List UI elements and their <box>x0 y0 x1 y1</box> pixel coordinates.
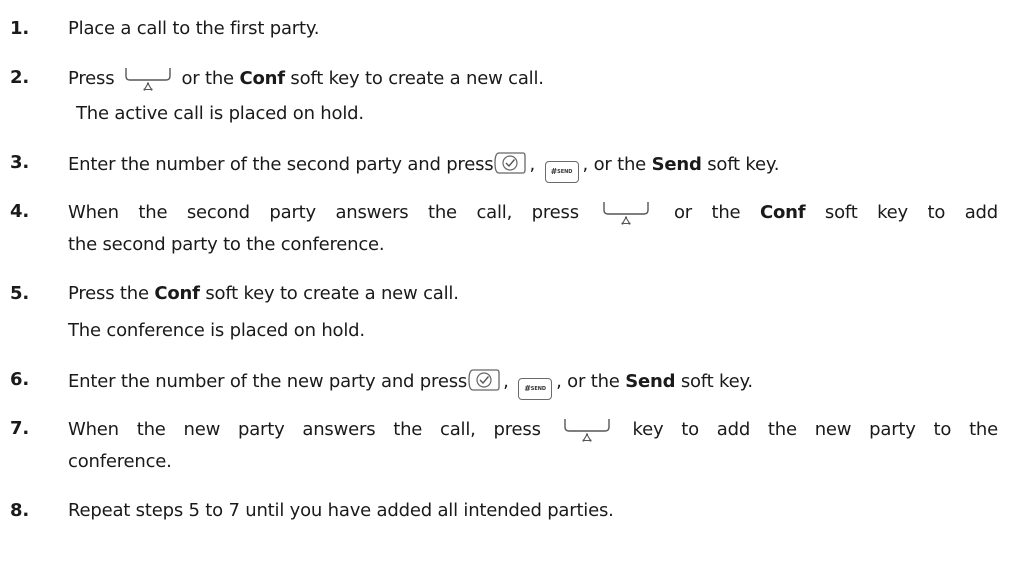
step-text: Enter the number of the new party and pr… <box>68 368 998 400</box>
conf-soft-key-label: Conf <box>154 283 200 304</box>
ok-check-key-icon <box>468 369 500 391</box>
conference-key-icon <box>602 200 650 226</box>
step-4-mid: or the <box>673 202 741 223</box>
step-number: 5. <box>10 283 29 304</box>
send-soft-key-label: Send <box>625 371 676 392</box>
step-4-pre: When the second party answers the call, … <box>68 202 579 223</box>
ok-check-key-icon <box>494 152 527 174</box>
step-text: Press or the Conf soft key to create a n… <box>68 66 998 92</box>
step-6-pre: Enter the number of the new party and pr… <box>68 371 468 392</box>
conference-key-icon <box>563 417 611 443</box>
step-5-post: soft key to create a new call. <box>205 283 459 304</box>
step-2-post: soft key to create a new call. <box>290 68 544 89</box>
conf-soft-key-label: Conf <box>759 202 806 223</box>
step-number: 1. <box>10 18 29 39</box>
send-key-icon: #SEND <box>544 161 579 183</box>
step-text: When the new party answers the call, pre… <box>68 417 998 443</box>
step-3-sep: , <box>529 154 535 175</box>
step-number: 4. <box>10 201 29 222</box>
step-note: The active call is placed on hold. <box>76 103 364 124</box>
step-text: Press the Conf soft key to create a new … <box>68 282 998 306</box>
send-key-word: SEND <box>530 386 547 392</box>
step-7-pre: When the new party answers the call, pre… <box>68 419 541 440</box>
step-3-pre: Enter the number of the second party and… <box>68 154 494 175</box>
step-6-post: soft key. <box>680 371 753 392</box>
step-number: 8. <box>10 500 29 521</box>
step-number: 7. <box>10 418 29 439</box>
step-2-mid: or the <box>181 68 234 89</box>
step-1-text: Place a call to the first party. <box>68 18 320 39</box>
step-text: Place a call to the first party. <box>68 17 998 41</box>
step-continuation: conference. <box>68 451 172 472</box>
step-text: When the second party answers the call, … <box>68 200 998 226</box>
send-key-icon: #SEND <box>518 378 553 400</box>
conf-soft-key-label: Conf <box>239 68 285 89</box>
send-soft-key-label: Send <box>651 154 702 175</box>
step-number: 3. <box>10 152 29 173</box>
step-text: Enter the number of the second party and… <box>68 151 998 183</box>
step-number: 6. <box>10 369 29 390</box>
step-number: 2. <box>10 67 29 88</box>
step-text: Repeat steps 5 to 7 until you have added… <box>68 499 998 523</box>
conference-key-icon <box>124 66 172 92</box>
step-6-sep: , <box>503 371 509 392</box>
step-8-text: Repeat steps 5 to 7 until you have added… <box>68 500 614 521</box>
step-6-mid: , or the <box>556 371 620 392</box>
step-3-post: soft key. <box>707 154 780 175</box>
step-2-pre: Press <box>68 68 115 89</box>
step-note: The conference is placed on hold. <box>68 320 365 341</box>
send-key-word: SEND <box>557 169 573 175</box>
step-continuation: the second party to the conference. <box>68 234 385 255</box>
step-7-post: key to add the new party to the <box>632 419 999 440</box>
step-4-post: soft key to add <box>824 202 998 223</box>
step-5-pre: Press the <box>68 283 149 304</box>
step-3-mid: , or the <box>582 154 647 175</box>
